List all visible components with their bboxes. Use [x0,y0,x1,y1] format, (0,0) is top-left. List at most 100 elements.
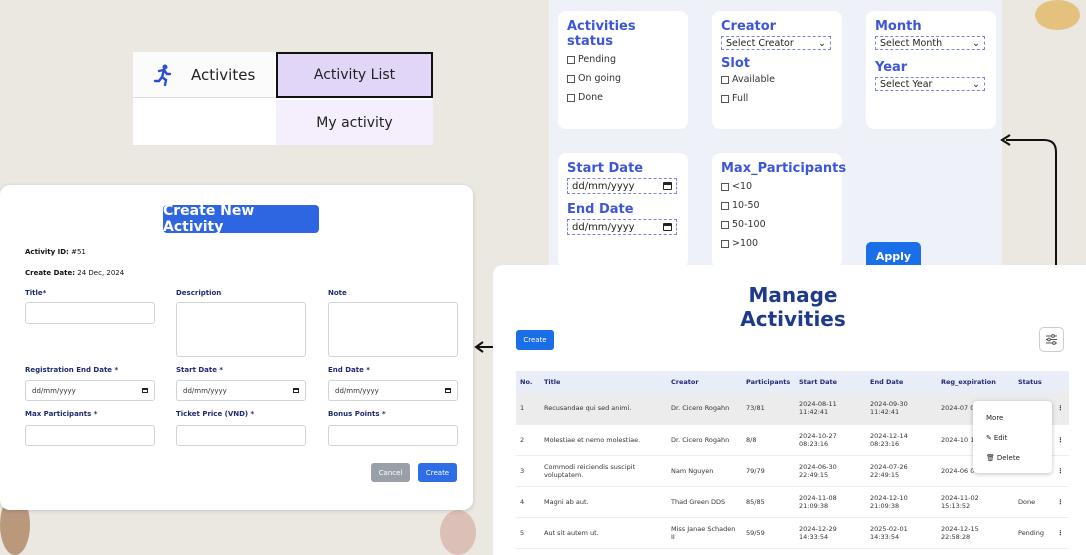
create-button[interactable]: Create [418,463,457,482]
end-date-input[interactable]: dd/mm/yyyy [328,380,458,401]
checkbox[interactable] [721,94,729,103]
checkbox[interactable] [721,201,729,210]
calendar-icon[interactable] [663,182,672,190]
creator-select[interactable]: Select Creator ⌄ [721,36,831,50]
checkbox[interactable] [721,239,729,248]
tab-activites[interactable]: Activites [133,52,275,98]
chevron-down-icon: ⌄ [972,78,980,90]
menu-item-edit[interactable]: ✎ Edit [986,434,1007,442]
column-header[interactable]: Start Date [795,371,866,393]
slot-option-full[interactable]: Full [721,93,833,104]
decorative-petal [1035,0,1080,30]
status-option-done[interactable]: Done [567,92,679,103]
checkbox[interactable] [721,75,729,84]
status-filter-card: Activities status Pending On going Done [558,11,688,129]
month-year-card: Month Select Month ⌄ Year Select Year ⌄ [866,11,996,129]
column-header[interactable]: Status [1014,371,1052,393]
column-header[interactable]: End Date [866,371,937,393]
max-option-lt10[interactable]: <10 [721,181,833,192]
row-context-menu: More ✎ Edit 🗑 Delete [973,401,1052,473]
status-option-ongoing[interactable]: On going [567,73,679,84]
create-activity-form: Create New Activity Activity ID: #51 Cre… [0,185,473,510]
running-icon [153,64,172,86]
activity-tabs: Activites Activity List My activity [133,52,433,145]
trash-icon: 🗑 [986,454,995,462]
chevron-down-icon: ⌄ [818,37,826,49]
max-option-50-100[interactable]: 50-100 [721,219,833,230]
kebab-menu-icon[interactable]: ⋮ [1052,393,1069,425]
pencil-icon: ✎ [986,434,992,442]
slot-option-available[interactable]: Available [721,74,833,85]
kebab-menu-icon[interactable]: ⋮ [1052,424,1069,456]
creator-slot-card: Creator Select Creator ⌄ Slot Available F… [712,11,842,129]
start-date-title: Start Date [567,161,644,176]
table-header-row: No. Title Creator Participants Start Dat… [516,371,1069,393]
calendar-icon[interactable] [293,388,299,393]
max-option-gt100[interactable]: >100 [721,238,833,249]
checkbox[interactable] [567,74,575,83]
month-select[interactable]: Select Month ⌄ [875,36,985,50]
calendar-icon[interactable] [663,223,672,231]
month-filter-title: Month [875,19,922,34]
kebab-menu-icon[interactable]: ⋮ [1052,486,1069,518]
note-textarea[interactable] [328,302,458,357]
creator-filter-title: Creator [721,19,777,34]
tab-activity-list[interactable]: Activity List [276,52,433,98]
column-header-actions [1052,371,1069,393]
decorative-petal [440,510,476,555]
checkbox[interactable] [721,220,729,229]
reg-end-date-input[interactable]: dd/mm/yyyy [25,380,155,401]
end-date-title: End Date [567,202,634,217]
checkbox[interactable] [721,182,729,191]
start-date-input[interactable]: dd/mm/yyyy [567,178,677,194]
table-row[interactable]: 4 Magni ab aut. Thad Green DDS 85/85 202… [516,486,1069,518]
year-filter-title: Year [875,60,908,75]
slot-filter-title: Slot [721,56,750,71]
column-header[interactable]: No. [516,371,540,393]
chevron-down-icon: ⌄ [972,37,980,49]
table-row[interactable]: 5 Aut sit autem ut. Miss Janae Schaden I… [516,517,1069,549]
menu-item-more[interactable]: More [986,414,1003,422]
checkbox[interactable] [567,93,575,102]
cancel-button[interactable]: Cancel [371,463,410,482]
manage-activities-panel: Manage Activities Create No. Title Creat… [493,265,1086,555]
note-label: Note [328,289,347,297]
title-label: Title* [25,289,47,297]
column-header[interactable]: Title [540,371,667,393]
checkbox[interactable] [567,55,575,64]
column-header[interactable]: Reg_expiration [937,371,1014,393]
create-activity-button[interactable]: Create [516,330,554,350]
kebab-menu-icon[interactable]: ⋮ [1052,517,1069,549]
ticket-price-input[interactable] [176,425,306,446]
calendar-icon[interactable] [142,388,148,393]
max-participants-input[interactable] [25,425,155,446]
ticket-price-label: Ticket Price (VND) * [176,410,255,418]
column-header[interactable]: Creator [667,371,742,393]
title-input[interactable] [25,302,155,324]
status-filter-title: Activities status [567,19,636,49]
menu-item-delete[interactable]: 🗑 Delete [986,454,1020,462]
max-participants-card: Max_Participants <10 10-50 50-100 >100 [712,153,847,268]
activity-id: Activity ID: #51 [25,248,86,256]
kebab-menu-icon[interactable]: ⋮ [1052,455,1069,487]
end-date-label: End Date * [328,366,370,374]
reg-end-label: Registration End Date * [25,366,119,374]
description-textarea[interactable] [176,302,306,357]
status-option-pending[interactable]: Pending [567,54,679,65]
calendar-icon[interactable] [445,388,451,393]
filter-panel: Activities status Pending On going Done … [549,0,1002,273]
create-date: Create Date: 24 Dec, 2024 [25,269,125,277]
end-date-input[interactable]: dd/mm/yyyy [567,219,677,235]
column-header[interactable]: Participants [742,371,795,393]
page-title: Manage Activities [740,283,846,331]
max-option-10-50[interactable]: 10-50 [721,200,833,211]
max-participants-title: Max_Participants [721,161,847,176]
tab-my-activity[interactable]: My activity [276,100,433,145]
start-date-input[interactable]: dd/mm/yyyy [176,380,306,401]
tab-activites-label: Activites [191,65,256,84]
form-title: Create New Activity [163,203,319,235]
bonus-points-input[interactable] [328,425,458,446]
year-select[interactable]: Select Year ⌄ [875,77,985,91]
filter-toggle-button[interactable] [1039,327,1064,352]
description-label: Description [176,289,222,297]
